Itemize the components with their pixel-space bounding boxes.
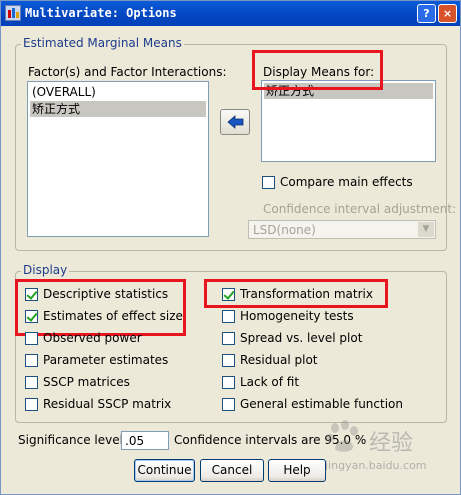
checkbox-label[interactable]: Residual plot [240, 353, 318, 367]
paw-logo-icon [326, 420, 358, 452]
checkbox-label[interactable]: Descriptive statistics [43, 287, 168, 301]
cancel-button[interactable]: Cancel [200, 459, 264, 482]
watermark: 经验 jingyan.baidu.com [319, 419, 459, 489]
checkbox-label[interactable]: Lack of fit [240, 375, 299, 389]
checkbox-label[interactable]: Parameter estimates [43, 353, 168, 367]
significance-input[interactable] [121, 431, 169, 450]
window-title: Multivariate: Options [25, 6, 177, 20]
checkbox-left-3[interactable] [25, 354, 38, 367]
checkbox-left-5[interactable] [25, 398, 38, 411]
checkbox-right-4[interactable] [222, 376, 235, 389]
checkbox-left-4[interactable] [25, 376, 38, 389]
continue-button[interactable]: Continue [134, 459, 195, 482]
help-title-button[interactable]: ? [417, 4, 436, 23]
checkbox-right-3[interactable] [222, 354, 235, 367]
checkbox-label[interactable]: Observed power [43, 331, 142, 345]
list-item[interactable]: (OVERALL) [30, 84, 206, 100]
checkbox-label[interactable]: Residual SSCP matrix [43, 397, 171, 411]
checkbox-left-0[interactable] [25, 288, 38, 301]
ci-adjustment-value: LSD(none) [253, 223, 316, 237]
checkbox-left-2[interactable] [25, 332, 38, 345]
title-bar[interactable]: Multivariate: Options ? × [1, 1, 460, 26]
ci-adjustment-label: Confidence interval adjustment: [263, 202, 457, 216]
checkbox-label[interactable]: Transformation matrix [240, 287, 373, 301]
watermark-brand: 经验 [369, 431, 414, 456]
help-button[interactable]: Help [268, 459, 326, 482]
checkbox-label[interactable]: Spread vs. level plot [240, 331, 362, 345]
compare-main-effects-checkbox[interactable] [262, 176, 275, 189]
factors-label: Factor(s) and Factor Interactions: [28, 65, 227, 79]
checkbox-right-5[interactable] [222, 398, 235, 411]
display-means-listbox[interactable]: 矫正方式 [261, 80, 436, 162]
ci-adjustment-dropdown[interactable]: LSD(none) ▼ [248, 220, 436, 239]
arrow-left-icon [227, 115, 244, 129]
checkbox-label[interactable]: Homogeneity tests [240, 309, 354, 323]
compare-main-effects-label[interactable]: Compare main effects [280, 175, 413, 189]
factors-listbox[interactable]: (OVERALL) 矫正方式 [27, 81, 209, 237]
checkbox-label[interactable]: General estimable function [240, 397, 403, 411]
highlight-box-display-means [252, 50, 383, 90]
checkbox-left-1[interactable] [25, 310, 38, 323]
checkbox-right-2[interactable] [222, 332, 235, 345]
checkbox-label[interactable]: Estimates of effect size [43, 309, 183, 323]
checkbox-label[interactable]: SSCP matrices [43, 375, 130, 389]
watermark-url: jingyan.baidu.com [325, 459, 427, 472]
checkbox-right-0[interactable] [222, 288, 235, 301]
significance-label: Significance level: [18, 433, 127, 447]
checkbox-right-1[interactable] [222, 310, 235, 323]
options-dialog: Multivariate: Options ? × Estimated Marg… [0, 0, 461, 495]
move-right-button[interactable] [220, 109, 250, 135]
chevron-down-icon[interactable]: ▼ [418, 222, 434, 237]
list-item[interactable]: 矫正方式 [30, 101, 206, 117]
spss-app-icon [5, 5, 21, 21]
display-legend: Display [21, 263, 70, 277]
close-button[interactable]: × [438, 4, 457, 23]
emm-legend: Estimated Marginal Means [21, 36, 184, 50]
